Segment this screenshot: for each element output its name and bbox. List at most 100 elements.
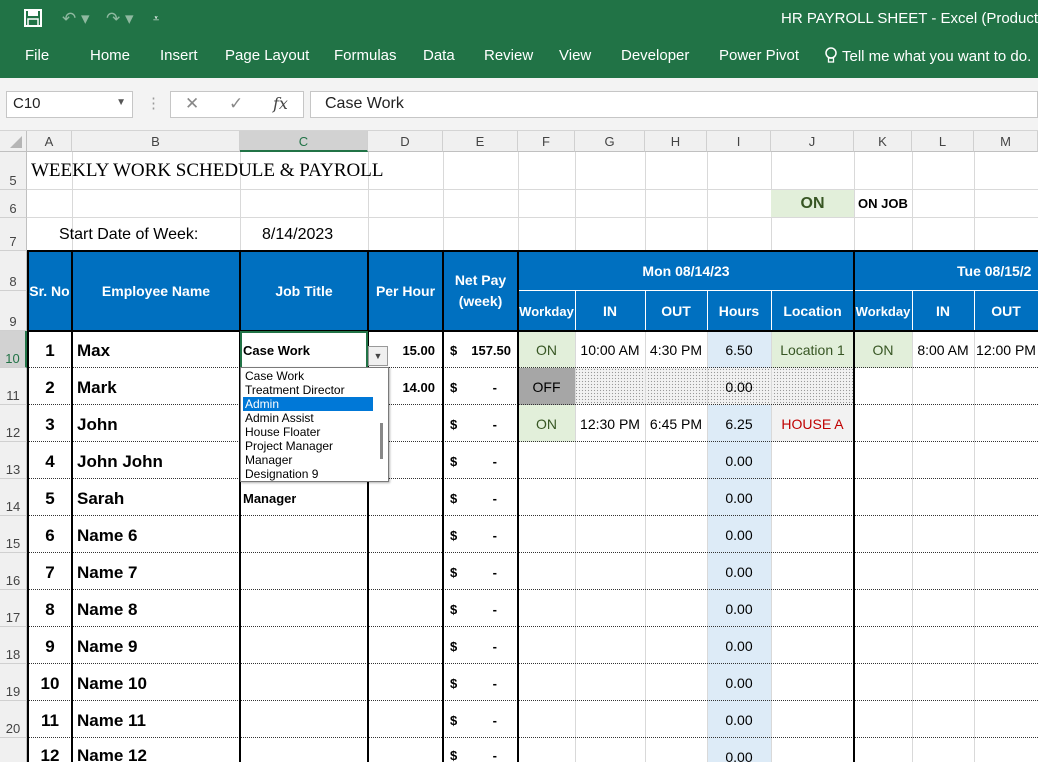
hours-cell[interactable]: 0.00 <box>707 527 771 543</box>
dropdown-scrollbar[interactable] <box>380 423 383 459</box>
tab-page-layout[interactable]: Page Layout <box>225 47 309 64</box>
row-header-11[interactable]: 11 <box>0 368 27 405</box>
dropdown-option[interactable]: Designation 9 <box>243 467 373 481</box>
row-header-8[interactable]: 8 <box>0 251 27 291</box>
header-per-hour[interactable]: Per Hour <box>368 251 443 331</box>
hours-cell[interactable]: 6.50 <box>707 342 771 358</box>
sr-no-cell[interactable]: 11 <box>29 711 71 731</box>
tab-review[interactable]: Review <box>484 47 533 64</box>
sr-no-cell[interactable]: 12 <box>29 746 71 762</box>
header-workday-2[interactable]: Workday <box>854 291 912 331</box>
tab-view[interactable]: View <box>559 47 591 64</box>
column-header-l[interactable]: L <box>912 131 974 152</box>
employee-name-cell[interactable]: Name 10 <box>73 674 147 694</box>
sr-no-cell[interactable]: 8 <box>29 600 71 620</box>
employee-name-cell[interactable]: Mark <box>73 378 117 398</box>
job-title-cell[interactable]: Manager <box>243 491 296 506</box>
column-header-g[interactable]: G <box>575 131 645 152</box>
customize-icon[interactable]: ⩡ <box>153 9 159 29</box>
sr-no-cell[interactable]: 6 <box>29 526 71 546</box>
insert-function-icon[interactable]: fx <box>273 94 288 113</box>
employee-name-cell[interactable]: Name 8 <box>73 600 137 620</box>
employee-name-cell[interactable]: Name 7 <box>73 563 137 583</box>
tell-me-box[interactable]: Tell me what you want to do. <box>824 47 1038 65</box>
header-net-pay[interactable]: Net Pay (week) <box>443 251 518 331</box>
hours-cell[interactable]: 0.00 <box>707 601 771 617</box>
row-header-7[interactable]: 7 <box>0 218 27 251</box>
sr-no-cell[interactable]: 9 <box>29 637 71 657</box>
selected-cell-c10[interactable] <box>240 331 368 369</box>
header-sr-no[interactable]: Sr. No <box>27 251 72 331</box>
net-pay-cell[interactable]: - <box>443 454 497 469</box>
column-header-c[interactable]: C <box>240 131 368 152</box>
location-cell[interactable]: Location 1 <box>771 342 854 358</box>
tab-formulas[interactable]: Formulas <box>334 47 397 64</box>
check-icon[interactable]: ✓ <box>229 94 243 114</box>
header-in[interactable]: IN <box>575 291 645 331</box>
dropdown-option[interactable]: Project Manager <box>243 439 373 453</box>
select-all-button[interactable] <box>0 131 27 152</box>
row-header-10[interactable]: 10 <box>0 331 27 368</box>
hours-cell[interactable]: 0.00 <box>707 379 771 395</box>
employee-name-cell[interactable]: Name 9 <box>73 637 137 657</box>
drag-handle-icon[interactable]: ⋮ <box>146 94 161 112</box>
row-header-6[interactable]: 6 <box>0 190 27 218</box>
redo-icon[interactable]: ↷ ▾ <box>106 9 134 29</box>
hours-cell[interactable]: 0.00 <box>707 638 771 654</box>
header-job-title[interactable]: Job Title <box>240 251 368 331</box>
column-header-i[interactable]: I <box>707 131 771 152</box>
row-header-16[interactable]: 16 <box>0 553 27 590</box>
sr-no-cell[interactable]: 7 <box>29 563 71 583</box>
in-time-cell-2[interactable]: 8:00 AM <box>912 342 974 358</box>
net-pay-cell[interactable]: 157.50 <box>443 343 511 358</box>
header-workday[interactable]: Workday <box>518 291 575 331</box>
workday-cell[interactable]: ON <box>518 342 575 358</box>
header-hours[interactable]: Hours <box>707 291 771 331</box>
workday-cell[interactable]: ON <box>518 416 575 432</box>
column-header-d[interactable]: D <box>368 131 443 152</box>
tab-data[interactable]: Data <box>423 47 455 64</box>
employee-name-cell[interactable]: Name 12 <box>73 746 147 762</box>
header-out[interactable]: OUT <box>645 291 707 331</box>
employee-name-cell[interactable]: Max <box>73 341 110 361</box>
row-header-5[interactable]: 5 <box>0 152 27 190</box>
out-time-cell[interactable]: 4:30 PM <box>645 342 707 358</box>
net-pay-cell[interactable]: - <box>443 528 497 543</box>
dropdown-option[interactable]: Treatment Director <box>243 383 373 397</box>
sr-no-cell[interactable]: 1 <box>29 341 71 361</box>
header-day-mon[interactable]: Mon 08/14/23 <box>518 251 854 291</box>
cancel-icon[interactable]: ✕ <box>185 94 199 114</box>
sr-no-cell[interactable]: 5 <box>29 489 71 509</box>
employee-name-cell[interactable]: Name 6 <box>73 526 137 546</box>
tab-home[interactable]: Home <box>90 47 130 64</box>
row-header-14[interactable]: 14 <box>0 479 27 516</box>
dropdown-option[interactable]: House Floater <box>243 425 373 439</box>
column-header-m[interactable]: M <box>974 131 1038 152</box>
save-icon[interactable] <box>24 9 42 32</box>
net-pay-cell[interactable]: - <box>443 748 497 762</box>
net-pay-cell[interactable]: - <box>443 639 497 654</box>
net-pay-cell[interactable]: - <box>443 417 497 432</box>
dropdown-option[interactable]: Admin Assist <box>243 411 373 425</box>
dropdown-option-highlighted[interactable]: Admin <box>243 397 373 411</box>
employee-name-cell[interactable]: Sarah <box>73 489 124 509</box>
column-header-k[interactable]: K <box>854 131 912 152</box>
header-location[interactable]: Location <box>771 291 854 331</box>
in-time-cell[interactable]: 10:00 AM <box>575 342 645 358</box>
employee-name-cell[interactable]: John John <box>73 452 163 472</box>
formula-input[interactable]: Case Work <box>310 91 1038 118</box>
chevron-down-icon[interactable]: ▼ <box>116 97 126 108</box>
net-pay-cell[interactable]: - <box>443 491 497 506</box>
sr-no-cell[interactable]: 10 <box>29 674 71 694</box>
hours-cell[interactable]: 0.00 <box>707 675 771 691</box>
column-header-a[interactable]: A <box>27 131 72 152</box>
out-time-cell[interactable]: 6:45 PM <box>645 416 707 432</box>
hours-cell[interactable]: 0.00 <box>707 490 771 506</box>
column-header-h[interactable]: H <box>645 131 707 152</box>
dropdown-button[interactable]: ▼ <box>368 346 388 366</box>
on-legend-cell[interactable]: ON <box>771 190 854 217</box>
start-date-value[interactable]: 8/14/2023 <box>262 226 333 244</box>
employee-name-cell[interactable]: John <box>73 415 118 435</box>
workday-cell-2[interactable]: ON <box>854 342 912 358</box>
header-employee-name[interactable]: Employee Name <box>72 251 240 331</box>
